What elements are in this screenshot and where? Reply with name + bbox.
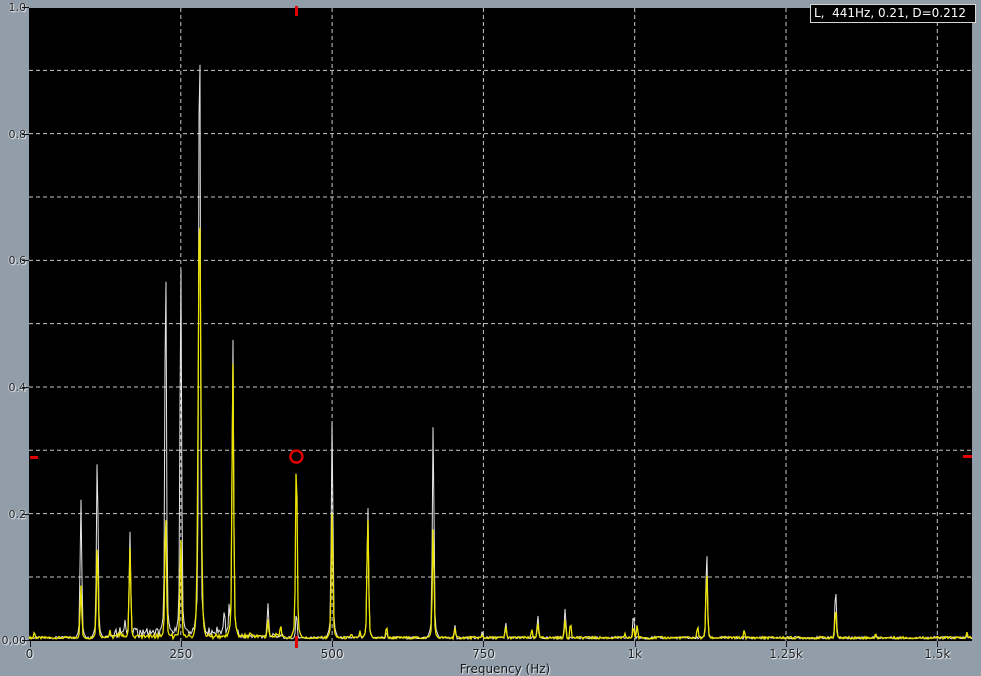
cursor-bottom-marker[interactable] bbox=[295, 636, 298, 648]
y-tick-mark bbox=[22, 640, 29, 641]
x-tick-label: 750 bbox=[453, 648, 513, 661]
spectrum-canvas[interactable] bbox=[29, 8, 972, 641]
y-tick-mark bbox=[22, 260, 29, 261]
cursor-top-marker[interactable] bbox=[295, 6, 298, 16]
y-tick-mark bbox=[22, 7, 29, 8]
y-tick-mark bbox=[22, 387, 29, 388]
spectrum-analyzer-window: 1.00.80.60.40.20,00 02505007501k1.25k1.5… bbox=[0, 0, 981, 674]
x-tick-label: 1.5k bbox=[907, 648, 967, 661]
x-tick-label: 1k bbox=[605, 648, 665, 661]
x-tick-label: 1.25k bbox=[756, 648, 816, 661]
trace-R bbox=[29, 65, 972, 639]
x-tick-label: 500 bbox=[302, 648, 362, 661]
cursor-right-marker[interactable] bbox=[963, 455, 972, 458]
y-tick-mark bbox=[22, 134, 29, 135]
cursor-circle-marker[interactable] bbox=[290, 451, 302, 463]
x-tick-label: 250 bbox=[151, 648, 211, 661]
y-tick-mark bbox=[22, 514, 29, 515]
cursor-readout-legend: L, 441Hz, 0.21, D=0.212 bbox=[810, 4, 976, 23]
x-tick-label: 0 bbox=[0, 648, 60, 661]
spectrum-plot-area[interactable] bbox=[29, 8, 972, 641]
cursor-left-marker[interactable] bbox=[30, 456, 38, 459]
